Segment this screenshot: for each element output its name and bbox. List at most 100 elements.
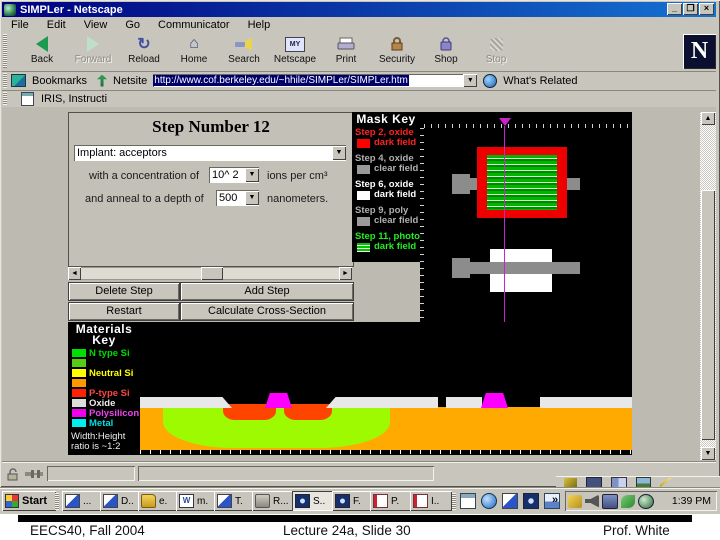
menu-communicator[interactable]: Communicator [149, 19, 239, 31]
mask-key-swatch [357, 165, 370, 174]
task-button[interactable]: I.. [410, 491, 452, 511]
depth-select[interactable]: 500 [216, 190, 259, 206]
reload-button[interactable]: ↻ Reload [119, 34, 169, 69]
home-button[interactable]: ⌂ Home [169, 34, 219, 69]
show-desktop-icon[interactable] [460, 493, 476, 509]
tray-refresh-icon[interactable] [621, 495, 635, 508]
mask-key-field: dark field [374, 241, 416, 252]
bookmarks-icon [11, 74, 26, 87]
pen-icon[interactable] [660, 478, 673, 488]
scroll-thumb[interactable] [201, 267, 223, 280]
personal-toolbar: IRIS, Instructi [2, 90, 716, 108]
step-type-select[interactable]: Implant: acceptors [74, 145, 346, 161]
task-button[interactable]: T. [214, 491, 254, 511]
bookmark-page-icon [21, 92, 34, 106]
cut-line[interactable] [504, 126, 505, 322]
scroll-up-icon[interactable]: ▲ [701, 112, 715, 125]
security-status-icon[interactable] [6, 467, 20, 481]
task-button[interactable]: ... [62, 491, 102, 511]
page-vscrollbar[interactable]: ▲ ▼ [700, 112, 716, 460]
task-button-active[interactable]: S.. [292, 491, 334, 511]
tray-globe-icon[interactable] [638, 494, 654, 509]
task-button[interactable]: D.. [100, 491, 140, 511]
menu-view[interactable]: View [75, 19, 117, 31]
scroll-left-icon[interactable]: ◄ [68, 267, 81, 280]
task-button[interactable]: F. [332, 491, 372, 511]
personal-bookmark[interactable]: IRIS, Instructi [41, 93, 107, 105]
concentration-select[interactable]: 10^ 2 [209, 167, 259, 183]
cross-section-canvas[interactable] [140, 322, 632, 455]
netscape-logo[interactable]: N [683, 34, 716, 69]
close-button[interactable]: × [699, 3, 714, 15]
mask-green-stripes [487, 155, 557, 210]
scroll-right-icon[interactable]: ► [339, 267, 352, 280]
oxide-bevel [220, 397, 232, 408]
url-field[interactable]: http://www.cof.berkeley.edu/~hhile/SIMPL… [153, 74, 463, 87]
taskbar-clock[interactable]: 1:39 PM [672, 495, 711, 507]
image-icon[interactable] [636, 477, 651, 489]
netsite-label: Netsite [113, 75, 147, 87]
task-button[interactable]: R... [252, 491, 294, 511]
folder-icon [141, 494, 156, 508]
material-swatch [72, 419, 86, 427]
key-icon[interactable] [564, 478, 577, 488]
menu-help[interactable]: Help [239, 19, 280, 31]
windows-icon[interactable] [611, 477, 627, 489]
netscape-flag-icon[interactable] [502, 493, 518, 509]
mask-key-title: Mask Key [352, 112, 420, 126]
stop-button: Stop [471, 34, 521, 69]
menu-bar: File Edit View Go Communicator Help [2, 17, 716, 32]
display-icon[interactable] [586, 477, 602, 489]
system-tray: 1:39 PM [565, 491, 717, 511]
chevron-more-icon[interactable]: » [552, 494, 558, 506]
poly-gate-right [481, 393, 508, 408]
url-dropdown-arrow[interactable] [463, 74, 477, 87]
minimize-button[interactable]: _ [667, 3, 682, 15]
netscape-button[interactable]: MY Netscape [270, 34, 320, 69]
restart-button[interactable]: Restart [68, 302, 180, 321]
tray-network-icon[interactable] [602, 494, 618, 509]
start-button[interactable]: Start [2, 491, 56, 511]
search-button[interactable]: Search [219, 34, 269, 69]
toolbar-grip[interactable] [3, 34, 7, 68]
mask-layout-canvas[interactable] [420, 112, 632, 322]
task-button[interactable]: W m. [176, 491, 216, 511]
back-button[interactable]: Back [17, 34, 67, 69]
menu-edit[interactable]: Edit [38, 19, 75, 31]
whats-related-label[interactable]: What's Related [503, 75, 577, 87]
task-button[interactable]: e. [138, 491, 178, 511]
netscape-n-icon[interactable] [523, 493, 539, 509]
vscroll-thumb[interactable] [701, 190, 715, 440]
poly-gate-left [265, 393, 292, 408]
security-button[interactable]: Security [372, 34, 422, 69]
location-grip[interactable] [3, 73, 7, 88]
n-well-region [163, 407, 390, 448]
delete-step-button[interactable]: Delete Step [68, 282, 180, 301]
restore-button[interactable]: ❐ [683, 3, 698, 15]
title-bar[interactable]: SIMPLer - Netscape _ ❐ × [2, 2, 716, 17]
tray-volume-icon[interactable] [585, 495, 599, 508]
print-button[interactable]: Print [321, 34, 371, 69]
mask-ruler-top [424, 124, 628, 128]
quicklaunch-grip[interactable] [452, 493, 456, 510]
material-swatch [72, 359, 86, 367]
scroll-down-icon[interactable]: ▼ [701, 447, 715, 460]
mask-key-field: clear field [374, 215, 418, 226]
task-button[interactable]: P. [370, 491, 412, 511]
ie-icon[interactable] [481, 493, 497, 509]
menu-go[interactable]: Go [116, 19, 149, 31]
menu-file[interactable]: File [2, 19, 38, 31]
personal-grip[interactable] [3, 92, 7, 105]
security-lock-icon [372, 34, 422, 54]
taskbar-grip[interactable] [55, 493, 59, 510]
home-icon: ⌂ [169, 34, 219, 54]
netscape-flag-icon [65, 494, 80, 508]
shop-button[interactable]: Shop [421, 34, 471, 69]
cut-line-marker-icon[interactable] [499, 118, 511, 132]
tray-scheduler-icon[interactable] [568, 495, 582, 508]
calculate-cross-section-button[interactable]: Calculate Cross-Section [180, 302, 354, 321]
bookmarks-label[interactable]: Bookmarks [32, 75, 87, 87]
step-scrollbar[interactable]: ◄ ► [68, 267, 352, 280]
powerpoint-icon [413, 494, 428, 508]
add-step-button[interactable]: Add Step [180, 282, 354, 301]
